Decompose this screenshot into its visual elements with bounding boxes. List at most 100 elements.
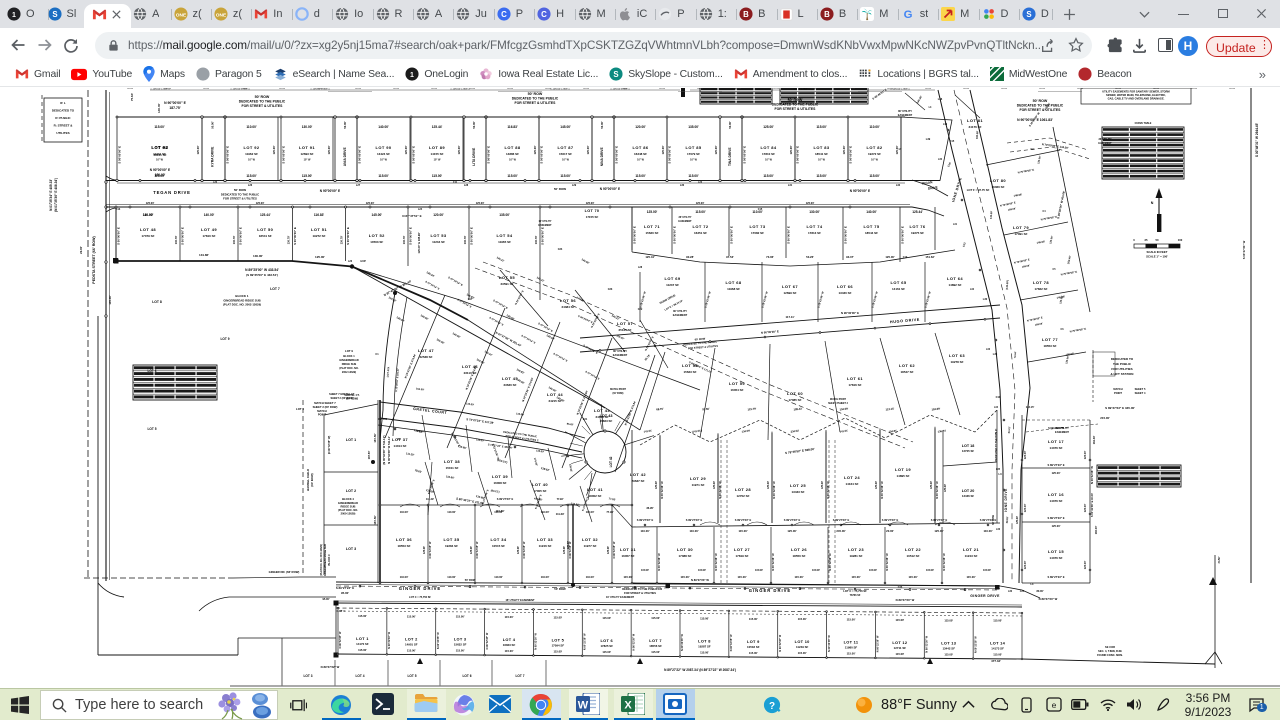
svg-text:14155 SF: 14155 SF	[430, 152, 443, 156]
svg-text:93.37': 93.37'	[846, 255, 854, 259]
svg-text:17155 SF: 17155 SF	[586, 215, 599, 219]
svg-text:11 01: 11 01	[621, 88, 627, 90]
svg-text:LOT 14: LOT 14	[990, 641, 1006, 646]
svg-text:N 70°00'00" E: N 70°00'00" E	[1060, 270, 1077, 277]
svg-text:S 89°27'23" E: S 89°27'23" E	[497, 497, 514, 501]
svg-text:18556 SF: 18556 SF	[649, 644, 662, 648]
svg-text:(N 01°35'36" E 408.34'): (N 01°35'36" E 408.34')	[54, 178, 58, 212]
svg-text:115.00': 115.00'	[926, 569, 935, 572]
svg-text:N 90°00'00" E: N 90°00'00" E	[320, 189, 340, 193]
svg-text:THE PUBLIC: THE PUBLIC	[1113, 362, 1132, 366]
svg-text:L28: L28	[464, 184, 469, 187]
svg-text:125.00" E 185.98': 125.00" E 185.98'	[417, 232, 421, 253]
svg-text:124.69': 124.69'	[931, 407, 941, 412]
svg-text:N 00°32'38" W: N 00°32'38" W	[681, 634, 684, 651]
svg-text:L30: L30	[983, 297, 988, 301]
svg-text:C: C	[501, 10, 507, 19]
svg-text:N 00°32'38" W: N 00°32'38" W	[1090, 466, 1094, 484]
svg-text:15011 SF: 15011 SF	[446, 466, 459, 470]
svg-text:245.00': 245.00'	[836, 529, 846, 533]
svg-text:145.00': 145.00'	[1036, 239, 1045, 244]
svg-text:L30: L30	[383, 418, 388, 421]
svg-text:N 00°32'38" W: N 00°32'38" W	[877, 635, 880, 652]
svg-text:19284 SF: 19284 SF	[445, 544, 458, 548]
svg-text:LOT 42: LOT 42	[630, 472, 646, 477]
svg-text:73.44': 73.44'	[1014, 351, 1018, 358]
svg-text:1 100.00 1 NW 1: 1 100.00 1 NW 1	[890, 88, 910, 91]
svg-text:LOT 16: LOT 16	[1048, 492, 1064, 497]
svg-text:LOT 2: LOT 2	[405, 636, 418, 641]
svg-text:111.29': 111.29'	[406, 451, 415, 456]
svg-text:LOT 17: LOT 17	[1048, 439, 1064, 444]
svg-text:34176 SF: 34176 SF	[968, 125, 981, 129]
svg-text:125.00': 125.00'	[787, 529, 797, 533]
svg-text:UTILITES: UTILITES	[56, 131, 69, 135]
svg-text:LOT 28: LOT 28	[735, 487, 751, 492]
svg-text:187.50': 187.50'	[367, 450, 371, 459]
svg-text:LOT 84: LOT 84	[761, 145, 777, 150]
svg-text:110.00': 110.00'	[400, 510, 409, 514]
svg-text:FOUND CONC. MON.: FOUND CONC. MON.	[1097, 653, 1123, 657]
svg-text:IF L: IF L	[60, 101, 65, 105]
svg-text:125.00': 125.00'	[647, 210, 658, 214]
svg-text:110.00': 110.00'	[586, 510, 595, 514]
svg-text:HUGO DRIVE: HUGO DRIVE	[890, 318, 920, 325]
svg-text:22.00': 22.00'	[79, 246, 83, 254]
svg-text:11 01: 11 01	[659, 88, 665, 90]
svg-text:N 90°00'00" E: N 90°00'00" E	[841, 311, 859, 315]
svg-text:C: C	[541, 10, 547, 19]
svg-text:LOT 35: LOT 35	[444, 537, 460, 542]
svg-text:16354 SF: 16354 SF	[730, 388, 743, 392]
svg-text:C25: C25	[1020, 590, 1025, 593]
svg-text:LOT 55: LOT 55	[499, 275, 515, 280]
svg-text:152.00': 152.00'	[416, 387, 425, 391]
svg-text:DEDICATED TO THE PUBLIC: DEDICATED TO THE PUBLIC	[995, 428, 998, 461]
svg-text:SCALE IN FEET: SCALE IN FEET	[1147, 250, 1168, 254]
svg-text:LOT 7: LOT 7	[649, 638, 662, 643]
svg-text:S 00°00'00" E: S 00°00'00" E	[743, 146, 747, 164]
svg-text:130.00': 130.00'	[253, 254, 263, 258]
svg-text:N 00°32'38" W: N 00°32'38" W	[632, 633, 635, 650]
svg-text:L20: L20	[213, 181, 218, 184]
svg-text:121.79': 121.79'	[747, 407, 757, 412]
svg-text:C15: C15	[758, 208, 763, 211]
svg-text:ONE: ONE	[175, 12, 186, 18]
svg-text:SCALE 1" = 100': SCALE 1" = 100'	[1146, 255, 1168, 259]
svg-text:1 100.00 1 NW 1: 1 100.00 1 NW 1	[550, 88, 570, 91]
svg-text:LOT 4: LOT 4	[337, 610, 345, 613]
svg-text:IONE DRIVE: IONE DRIVE	[1004, 488, 1008, 511]
svg-text:GINGERBREAD: GINGERBREAD	[338, 501, 358, 505]
svg-text:113.15': 113.15'	[1026, 405, 1035, 409]
svg-text:N 00°32'38" W: N 00°32'38" W	[935, 481, 939, 499]
svg-text:115.00': 115.00'	[507, 174, 518, 178]
svg-text:N 00°32'38" W: N 00°32'38" W	[660, 481, 664, 499]
svg-text:N 00°32'38" W: N 00°32'38" W	[613, 541, 616, 558]
svg-text:139.62': 139.62'	[568, 464, 572, 473]
svg-text:N 00°32'38" W: N 00°32'38" W	[486, 632, 489, 649]
svg-text:125.00': 125.00'	[763, 125, 774, 129]
svg-text:187.50': 187.50'	[373, 515, 377, 525]
svg-text:14892 SF: 14892 SF	[948, 283, 961, 287]
svg-text:LOT 30: LOT 30	[677, 547, 693, 552]
svg-text:14161 SF: 14161 SF	[892, 287, 905, 291]
svg-text:115.00': 115.00'	[798, 651, 807, 655]
svg-text:RIDGE SUB: RIDGE SUB	[342, 362, 357, 366]
svg-text:140.00': 140.00'	[866, 210, 877, 214]
svg-text:L36: L36	[938, 97, 943, 101]
svg-text:130.00': 130.00'	[516, 377, 526, 385]
svg-text:S 19°23'36" W: S 19°23'36" W	[816, 290, 824, 308]
svg-text:S: S	[1026, 10, 1031, 19]
svg-text:115.00': 115.00'	[432, 174, 443, 178]
svg-text:TINA DRIVE: TINA DRIVE	[728, 147, 732, 166]
svg-text:L31: L31	[953, 224, 958, 226]
svg-text:17825 SF: 17825 SF	[600, 644, 613, 648]
svg-text:125.00': 125.00'	[821, 480, 824, 489]
svg-text:L22: L22	[698, 181, 703, 184]
svg-text:N 00°32'38" W: N 00°32'38" W	[535, 632, 538, 649]
svg-text:N 00°32'38" W: N 00°32'38" W	[429, 541, 432, 558]
svg-text:115.00': 115.00'	[378, 174, 389, 178]
svg-text:115.00': 115.00'	[246, 174, 257, 178]
svg-text:11 01: 11 01	[1229, 88, 1235, 90]
svg-text:125.00': 125.00'	[655, 480, 658, 489]
svg-text:FOR STREET & UTILITES: FOR STREET & UTILITES	[775, 107, 817, 111]
